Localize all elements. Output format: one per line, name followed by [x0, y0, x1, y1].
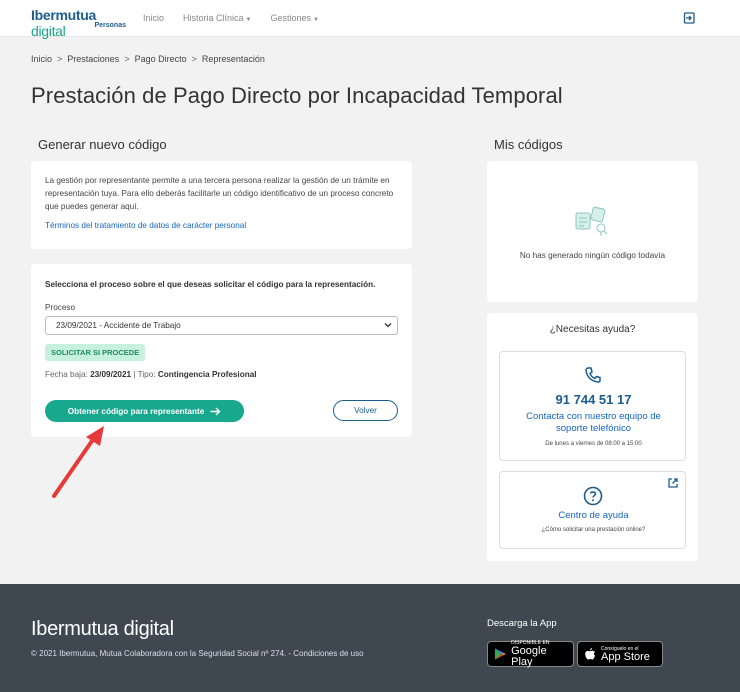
phone-hours: De lunes a viernes de 08:00 a 15:00 [545, 441, 642, 447]
footer-logo: Ibermutua digital [31, 618, 174, 640]
nav-link-gestiones[interactable]: Gestiones ▼ [271, 13, 319, 23]
generate-code-heading: Generar nuevo código [38, 137, 167, 152]
breadcrumb-inicio[interactable]: Inicio [31, 54, 52, 64]
select-prompt: Selecciona el proceso sobre el que desea… [45, 280, 376, 289]
breadcrumb-prestaciones[interactable]: Prestaciones [67, 54, 119, 64]
top-navbar: Ibermutua digital Personas Inicio Histor… [0, 0, 740, 39]
logo-main-text: Ibermutua [31, 7, 96, 23]
help-title: ¿Necesitas ayuda? [549, 324, 636, 335]
logo-sub-text: Personas [94, 22, 126, 29]
phone-description: Contacta con nuestro equipo de soporte t… [526, 411, 661, 434]
proceso-select[interactable]: 23/09/2021 - Accidente de Trabajo [45, 316, 398, 335]
info-card: La gestión por representante permite a u… [31, 161, 412, 249]
google-play-button[interactable]: DISPONIBLE EN Google Play [487, 640, 574, 668]
footer: Ibermutua digital © 2021 Ibermutua, Mutu… [0, 584, 740, 692]
fecha-value: 23/09/2021 [90, 370, 132, 379]
help-center-box[interactable]: Centro de ayuda ¿Cómo solicitar una pres… [499, 471, 686, 549]
breadcrumb-representacion: Representación [201, 54, 265, 64]
chevron-down-icon [384, 323, 392, 328]
empty-codes-icon [575, 206, 608, 236]
caret-down-icon: ▼ [313, 17, 319, 23]
my-codes-card: No has generado ningún código todavía [487, 161, 698, 302]
tipo-label: Tipo: [137, 370, 156, 379]
empty-codes-text: No has generado ningún código todavía [519, 251, 666, 260]
breadcrumb-separator: > [57, 54, 63, 64]
nav-link-historia-label: Historia Clínica [183, 13, 244, 23]
nav-link-gestiones-label: Gestiones [270, 13, 312, 23]
process-meta: Fecha baja: 23/09/2021 | Tipo: Contingen… [45, 368, 257, 381]
generate-code-button[interactable]: Obtener código para representante [45, 400, 244, 422]
caret-down-icon: ▼ [245, 17, 252, 23]
app-store-button[interactable]: Consíguelo en el App Store [577, 641, 663, 667]
help-center-subtitle: ¿Cómo solicitar una prestación online? [541, 527, 646, 533]
info-text: La gestión por representante permite a u… [45, 176, 394, 211]
help-question-icon [583, 486, 603, 506]
fecha-label: Fecha baja: [45, 370, 88, 379]
phone-number[interactable]: 91 744 51 17 [500, 392, 687, 407]
nav-link-inicio[interactable]: Inicio [143, 13, 164, 23]
my-codes-heading: Mis códigos [494, 137, 563, 152]
breadcrumb-pago-directo[interactable]: Pago Directo [135, 54, 187, 64]
process-card: Selecciona el proceso sobre el que desea… [31, 264, 412, 437]
app-download-heading: Descarga la App [487, 618, 557, 629]
breadcrumb-separator: > [124, 54, 130, 64]
phone-support-box[interactable]: 91 744 51 17 Contacta con nuestro equipo… [499, 351, 686, 461]
ibermutua-logo[interactable]: Ibermutua digital Personas [31, 7, 126, 39]
logo-digital-text: digital [31, 23, 66, 39]
back-button[interactable]: Volver [333, 400, 398, 421]
google-play-big: Google Play [511, 645, 547, 668]
phone-icon [585, 367, 601, 383]
help-center-title: Centro de ayuda [558, 510, 629, 521]
logout-icon[interactable] [683, 12, 695, 24]
apple-icon [585, 648, 595, 660]
google-play-icon [494, 648, 506, 660]
status-badge: SOLICITAR SI PROCEDE [45, 344, 146, 361]
breadcrumb-separator: > [191, 54, 197, 64]
app-store-big: App Store [601, 650, 650, 663]
meta-separator: | [133, 370, 136, 379]
terms-link[interactable]: Términos del tratamiento de datos de car… [45, 221, 398, 230]
help-card: ¿Necesitas ayuda? 91 744 51 17 Contacta … [487, 313, 698, 561]
nav-link-historia[interactable]: Historia Clínica ▼ [183, 13, 251, 23]
proceso-label: Proceso [45, 303, 76, 312]
external-link-icon [668, 478, 678, 488]
footer-copyright: © 2021 Ibermutua, Mutua Colaboradora con… [31, 649, 364, 658]
tipo-value: Contingencia Profesional [157, 370, 257, 379]
breadcrumb: Inicio > Prestaciones > Pago Directo > R… [31, 54, 265, 64]
proceso-select-value: 23/09/2021 - Accidente de Trabajo [56, 321, 181, 330]
nav-links: Inicio Historia Clínica ▼ Gestiones ▼ [143, 13, 319, 23]
annotation-arrow-icon [52, 426, 104, 498]
page-title: Prestación de Pago Directo por Incapacid… [31, 83, 563, 108]
arrow-right-icon [210, 407, 221, 415]
generate-code-label: Obtener código para representante [67, 406, 205, 416]
